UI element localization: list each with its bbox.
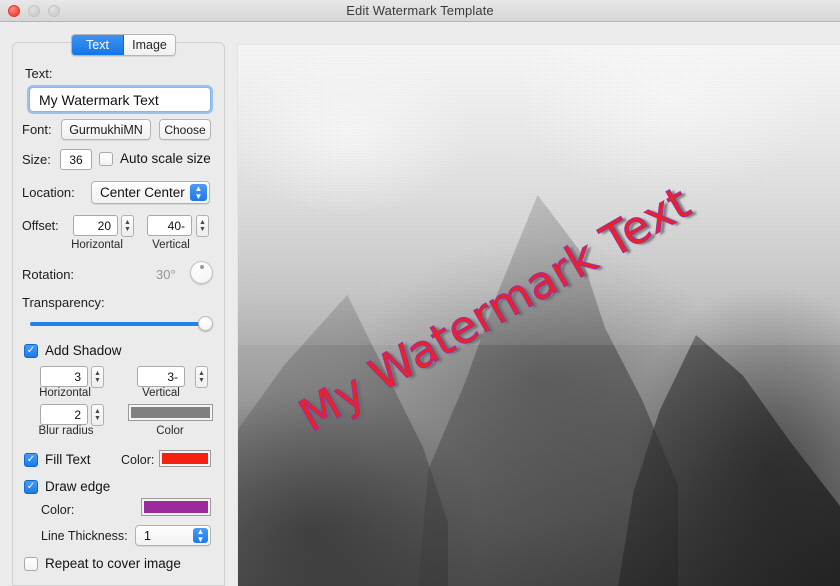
fill-text-checkbox[interactable]: ✓	[24, 453, 38, 467]
tab-text[interactable]: Text	[72, 35, 124, 55]
edge-color-label: Color:	[41, 503, 74, 517]
transparency-label: Transparency:	[22, 295, 105, 310]
choose-font-button[interactable]: Choose	[159, 119, 211, 140]
stepper-up-glyph: ▲	[94, 408, 101, 415]
offset-vertical-caption: Vertical	[146, 239, 196, 251]
tab-image[interactable]: Image	[124, 35, 175, 55]
title-bar: Edit Watermark Template	[0, 0, 840, 22]
add-shadow-row[interactable]: ✓ Add Shadow	[24, 343, 122, 358]
chevron-down-glyph: ▼	[197, 536, 205, 544]
offset-vertical-stepper[interactable]: ▲ ▼	[196, 215, 209, 237]
tab-bar: Text Image	[71, 34, 176, 56]
repeat-to-cover-checkbox[interactable]	[24, 557, 38, 571]
auto-scale-size-row[interactable]: Auto scale size	[99, 151, 211, 166]
draw-edge-row[interactable]: ✓ Draw edge	[24, 479, 110, 494]
location-select[interactable]: Center Center ▲ ▼	[91, 181, 210, 204]
location-label: Location:	[22, 185, 75, 200]
edit-watermark-template-window: Edit Watermark Template Text Image Text:…	[0, 0, 840, 586]
shadow-color-caption: Color	[140, 425, 200, 437]
window-controls	[8, 0, 60, 22]
size-label: Size:	[22, 152, 51, 167]
stepper-down-glyph: ▼	[198, 377, 205, 384]
rotation-knob[interactable]	[190, 261, 213, 284]
repeat-to-cover-row[interactable]: Repeat to cover image	[24, 556, 181, 571]
shadow-vertical-input[interactable]: 3-	[137, 366, 185, 387]
watermark-text-input[interactable]: My Watermark Text	[29, 87, 211, 112]
fill-text-label: Fill Text	[45, 452, 91, 467]
transparency-slider-fill	[30, 322, 205, 326]
transparency-slider-knob[interactable]	[198, 316, 213, 331]
stepper-down-glyph: ▼	[124, 226, 131, 233]
offset-vertical-input[interactable]: 40-	[147, 215, 192, 236]
rotation-value: 30°	[156, 267, 176, 282]
shadow-horizontal-caption: Horizontal	[35, 387, 95, 399]
chevron-updown-icon: ▲ ▼	[190, 184, 207, 201]
size-input[interactable]: 36	[60, 149, 92, 170]
edge-color-chip	[144, 501, 208, 513]
edge-color-swatch[interactable]	[141, 498, 211, 516]
shadow-color-chip	[131, 407, 210, 418]
offset-horizontal-stepper[interactable]: ▲ ▼	[121, 215, 134, 237]
add-shadow-label: Add Shadow	[45, 343, 122, 358]
draw-edge-checkbox[interactable]: ✓	[24, 480, 38, 494]
stepper-down-glyph: ▼	[94, 377, 101, 384]
shadow-vertical-stepper[interactable]: ▲ ▼	[195, 366, 208, 388]
blur-radius-stepper[interactable]: ▲ ▼	[91, 404, 104, 426]
transparency-slider[interactable]	[30, 322, 210, 326]
text-label: Text:	[25, 66, 52, 81]
offset-horizontal-input[interactable]: 20	[73, 215, 118, 236]
fill-color-chip	[162, 453, 208, 464]
fill-color-swatch[interactable]	[159, 450, 211, 467]
chevron-down-glyph: ▼	[195, 193, 203, 201]
stepper-down-glyph: ▼	[199, 226, 206, 233]
preview-pane[interactable]: My Watermark Text	[237, 44, 840, 586]
stepper-up-glyph: ▲	[94, 370, 101, 377]
shadow-horizontal-input[interactable]: 3	[40, 366, 88, 387]
location-selected-value: Center Center	[100, 185, 185, 200]
maximize-window-button[interactable]	[48, 5, 60, 17]
auto-scale-size-label: Auto scale size	[120, 151, 211, 166]
stepper-up-glyph: ▲	[124, 219, 131, 226]
shadow-color-swatch[interactable]	[128, 404, 213, 421]
minimize-window-button[interactable]	[28, 5, 40, 17]
repeat-to-cover-label: Repeat to cover image	[45, 556, 181, 571]
chevron-updown-icon: ▲ ▼	[193, 528, 208, 543]
offset-label: Offset:	[22, 219, 59, 233]
preview-photo	[238, 45, 840, 586]
fill-text-row[interactable]: ✓ Fill Text	[24, 452, 91, 467]
font-name-display: GurmukhiMN	[61, 119, 151, 140]
blur-radius-input[interactable]: 2	[40, 404, 88, 425]
auto-scale-size-checkbox[interactable]	[99, 152, 113, 166]
stepper-up-glyph: ▲	[198, 370, 205, 377]
line-thickness-value: 1	[144, 529, 151, 543]
checkmark-icon: ✓	[27, 481, 35, 492]
shadow-vertical-caption: Vertical	[136, 387, 186, 399]
stepper-up-glyph: ▲	[199, 219, 206, 226]
line-thickness-select[interactable]: 1 ▲ ▼	[135, 525, 211, 546]
close-window-button[interactable]	[8, 5, 20, 17]
checkmark-icon: ✓	[27, 345, 35, 356]
photo-grain-overlay	[238, 45, 840, 586]
add-shadow-checkbox[interactable]: ✓	[24, 344, 38, 358]
fill-color-label: Color:	[121, 453, 154, 467]
stepper-down-glyph: ▼	[94, 415, 101, 422]
draw-edge-label: Draw edge	[45, 479, 110, 494]
blur-radius-caption: Blur radius	[31, 425, 101, 437]
offset-horizontal-caption: Horizontal	[67, 239, 127, 251]
window-title: Edit Watermark Template	[0, 3, 840, 18]
rotation-label: Rotation:	[22, 267, 74, 282]
checkmark-icon: ✓	[27, 454, 35, 465]
line-thickness-label: Line Thickness:	[41, 529, 128, 543]
font-label: Font:	[22, 122, 52, 137]
shadow-horizontal-stepper[interactable]: ▲ ▼	[91, 366, 104, 388]
